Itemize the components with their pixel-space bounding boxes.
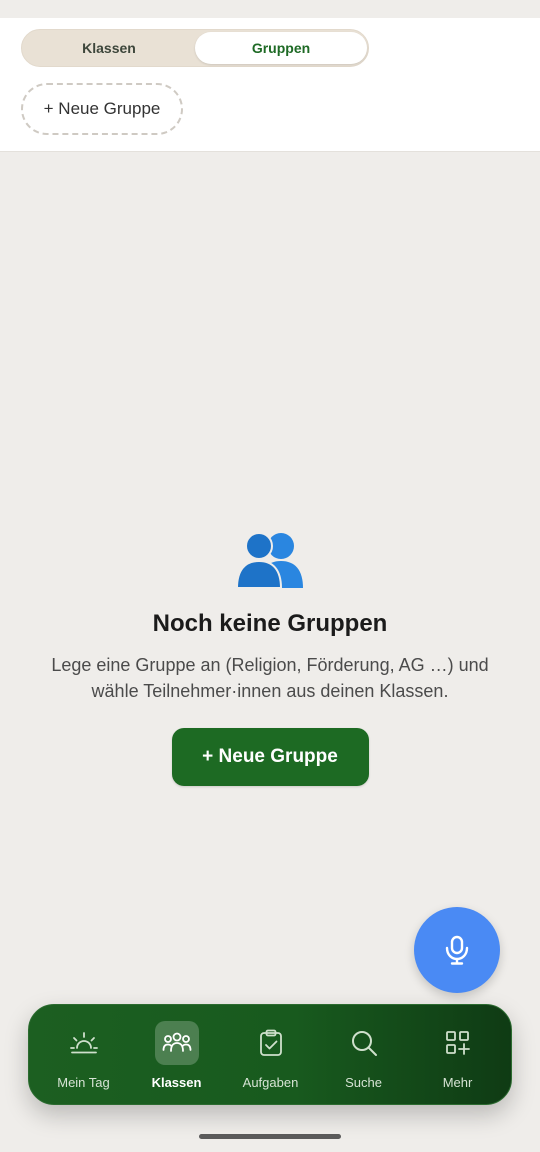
nav-label: Klassen: [151, 1075, 202, 1090]
segment-gruppen[interactable]: Gruppen: [195, 32, 367, 64]
nav-item-mein-tag[interactable]: Mein Tag: [37, 1005, 130, 1106]
nav-item-mehr[interactable]: Mehr: [411, 1005, 504, 1106]
new-group-button[interactable]: + Neue Gruppe: [171, 728, 369, 786]
nav-label: Mein Tag: [57, 1075, 110, 1090]
sunrise-icon: [69, 1032, 98, 1054]
top-panel: Klassen Gruppen + Neue Gruppe: [0, 18, 540, 152]
nav-label: Aufgaben: [242, 1075, 299, 1090]
empty-state-title: Noch keine Gruppen: [152, 610, 388, 637]
group-icon: [162, 1032, 191, 1052]
empty-state-description: Lege eine Gruppe an (Religion, Förderung…: [51, 655, 489, 701]
nav-item-suche[interactable]: Suche: [317, 1005, 410, 1106]
microphone-icon: [445, 935, 469, 965]
people-icon: [235, 532, 303, 589]
status-bar: [0, 0, 540, 18]
new-group-dashed-button[interactable]: + Neue Gruppe: [21, 83, 183, 135]
search-icon: [351, 1031, 377, 1056]
home-indicator: [199, 1134, 341, 1139]
nav-item-klassen[interactable]: Klassen: [130, 1005, 223, 1106]
segmented-control: Klassen Gruppen: [21, 29, 369, 67]
segment-klassen[interactable]: Klassen: [23, 32, 195, 64]
empty-state: Noch keine Gruppen Lege eine Gruppe an (…: [0, 528, 540, 786]
bottom-navigation: Mein Tag Klassen Aufgaben Suche Mehr: [28, 1004, 512, 1105]
nav-label: Suche: [345, 1075, 382, 1090]
nav-item-aufgaben[interactable]: Aufgaben: [224, 1005, 317, 1106]
nav-label: Mehr: [442, 1075, 473, 1090]
apps-add-icon: [445, 1031, 470, 1055]
clipboard-check-icon: [259, 1029, 282, 1056]
voice-input-button[interactable]: [414, 907, 500, 993]
